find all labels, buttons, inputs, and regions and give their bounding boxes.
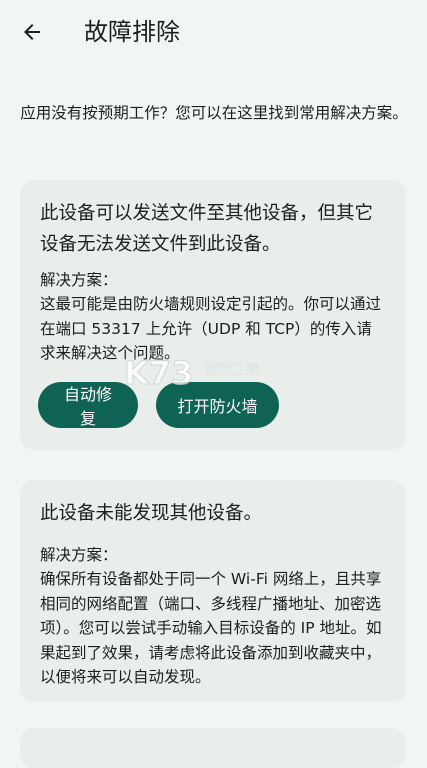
solution-text: 确保所有设备都处于同一个 Wi-Fi 网络上，且共享相同的网络配置（端口、多线程… xyxy=(40,570,382,686)
issue-card-partial xyxy=(20,728,406,768)
issue-title: 此设备未能发现其他设备。 xyxy=(40,503,263,524)
solution-label: 解决方案： xyxy=(40,271,118,289)
app-bar: 故障排除 xyxy=(0,0,427,66)
back-button[interactable] xyxy=(14,14,50,50)
page-title: 故障排除 xyxy=(84,18,180,46)
watermark-site-text: 游戏之家 xyxy=(204,361,260,378)
watermark-logo: K73 游戏之家 xyxy=(122,352,292,396)
issue-card-send-only: 此设备可以发送文件至其他设备，但其它设备无法发送文件到此设备。 解决方案： 这最… xyxy=(20,180,406,450)
arrow-back-icon xyxy=(24,24,40,40)
solution-label: 解决方案： xyxy=(40,546,118,564)
issue-title: 此设备可以发送文件至其他设备，但其它设备无法发送文件到此设备。 xyxy=(40,203,374,255)
issue-card-discovery: 此设备未能发现其他设备。 解决方案： 确保所有设备都处于同一个 Wi-Fi 网络… xyxy=(20,480,406,702)
intro-text: 应用没有按预期工作？您可以在这里找到常用解决方案。 xyxy=(20,104,408,122)
watermark-logo-text: K73 xyxy=(124,354,193,392)
